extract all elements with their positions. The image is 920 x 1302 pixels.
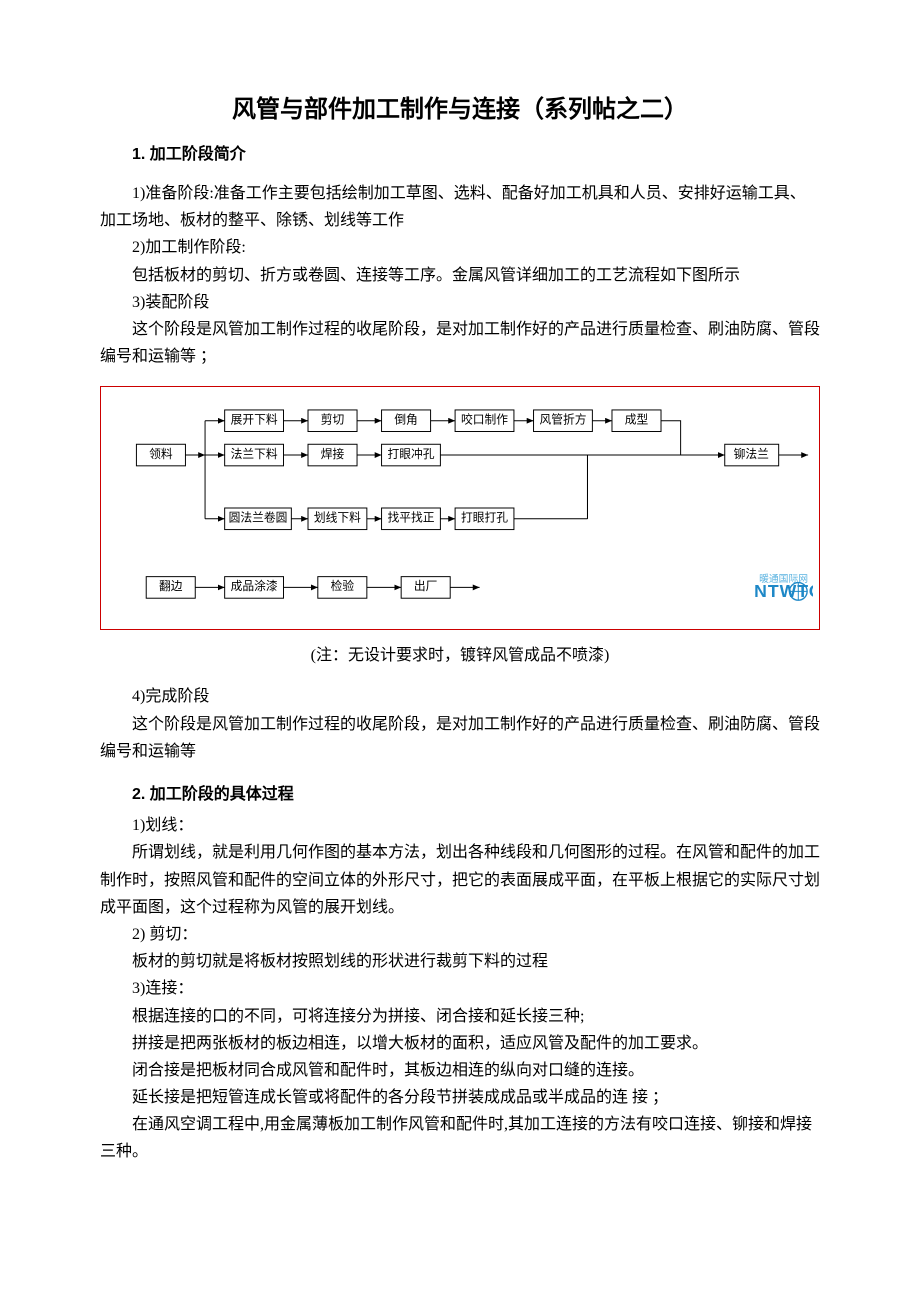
flow-box: 成品涂漆 <box>231 579 278 593</box>
flow-box: 找平找正 <box>387 511 434 525</box>
s2-p8: 闭合接是把板材同合成风管和配件时，其板边相连的纵向对口缝的连接。 <box>100 1057 820 1084</box>
flow-box: 焊接 <box>321 447 345 461</box>
page-title: 风管与部件加工制作与连接（系列帖之二） <box>100 90 820 131</box>
section2-heading: 2. 加工阶段的具体过程 <box>100 781 820 808</box>
flow-box: 翻边 <box>159 579 183 593</box>
s2-p5: 3)连接： <box>100 975 820 1002</box>
flow-box: 风管折方 <box>539 413 586 427</box>
s2-p9: 延长接是把短管连成长管或将配件的各分段节拼装成成品或半成品的连 接 ； <box>100 1084 820 1111</box>
flow-box: 倒角 <box>394 414 418 427</box>
flow-box: 成型 <box>625 413 649 427</box>
s1-p2: 2)加工制作阶段: <box>100 234 820 261</box>
diagram-note: (注：无设计要求时，镀锌风管成品不喷漆) <box>100 642 820 669</box>
flow-box: 打眼打孔 <box>461 511 508 525</box>
s1-p4: 3)装配阶段 <box>100 289 820 316</box>
document-page: 风管与部件加工制作与连接（系列帖之二） 1. 加工阶段简介 1)准备阶段:准备工… <box>0 0 920 1302</box>
s2-p10: 在通风空调工程中,用金属薄板加工制作风管和配件时,其加工连接的方法有咬口连接、铆… <box>100 1111 820 1165</box>
s2-p1: 1)划线： <box>100 812 820 839</box>
s2-p7: 拼接是把两张板材的板边相连，以增大板材的面积，适应风管及配件的加工要求。 <box>100 1030 820 1057</box>
flow-box: 打眼冲孔 <box>387 447 434 461</box>
flow-box: 圆法兰卷圆 <box>229 511 288 525</box>
flow-box: 咬口制作 <box>461 413 508 427</box>
s1-p5: 这个阶段是风管加工制作过程的收尾阶段，是对加工制作好的产品进行质量检查、刷油防腐… <box>100 316 820 370</box>
s1-p3: 包括板材的剪切、折方或卷圆、连接等工序。金属风管详细加工的工艺流程如下图所示 <box>100 262 820 289</box>
flow-box: 检验 <box>331 579 355 593</box>
s1b-p2: 这个阶段是风管加工制作过程的收尾阶段，是对加工制作好的产品进行质量检查、刷油防腐… <box>100 711 820 765</box>
process-flow-diagram: 展开下料 剪切 倒角 咬口制作 风管折方 成型 领料 法兰下料 焊接 打眼冲孔 … <box>100 386 820 630</box>
flow-box: 法兰下料 <box>231 447 278 461</box>
flowchart-svg: 展开下料 剪切 倒角 咬口制作 风管折方 成型 领料 法兰下料 焊接 打眼冲孔 … <box>107 393 813 623</box>
flow-box: 划线下料 <box>314 511 361 525</box>
s2-p2: 所谓划线，就是利用几何作图的基本方法，划出各种线段和几何图形的过程。在风管和配件… <box>100 839 820 921</box>
s1-p1: 1)准备阶段:准备工作主要包括绘制加工草图、选料、配备好加工机具和人员、安排好运… <box>100 180 820 234</box>
s2-p3: 2) 剪切： <box>100 921 820 948</box>
section1-heading: 1. 加工阶段简介 <box>100 141 820 168</box>
flow-box: 铆法兰 <box>734 447 770 461</box>
flow-box: 领料 <box>149 447 173 461</box>
s1b-p1: 4)完成阶段 <box>100 683 820 710</box>
s2-p6: 根据连接的口的不同，可将连接分为拼接、闭合接和延长接三种; <box>100 1003 820 1030</box>
flow-box: 展开下料 <box>231 413 278 427</box>
s2-p4: 板材的剪切就是将板材按照划线的形状进行裁剪下料的过程 <box>100 948 820 975</box>
flow-box: 出厂 <box>414 579 438 593</box>
flow-box: 剪切 <box>321 413 345 427</box>
